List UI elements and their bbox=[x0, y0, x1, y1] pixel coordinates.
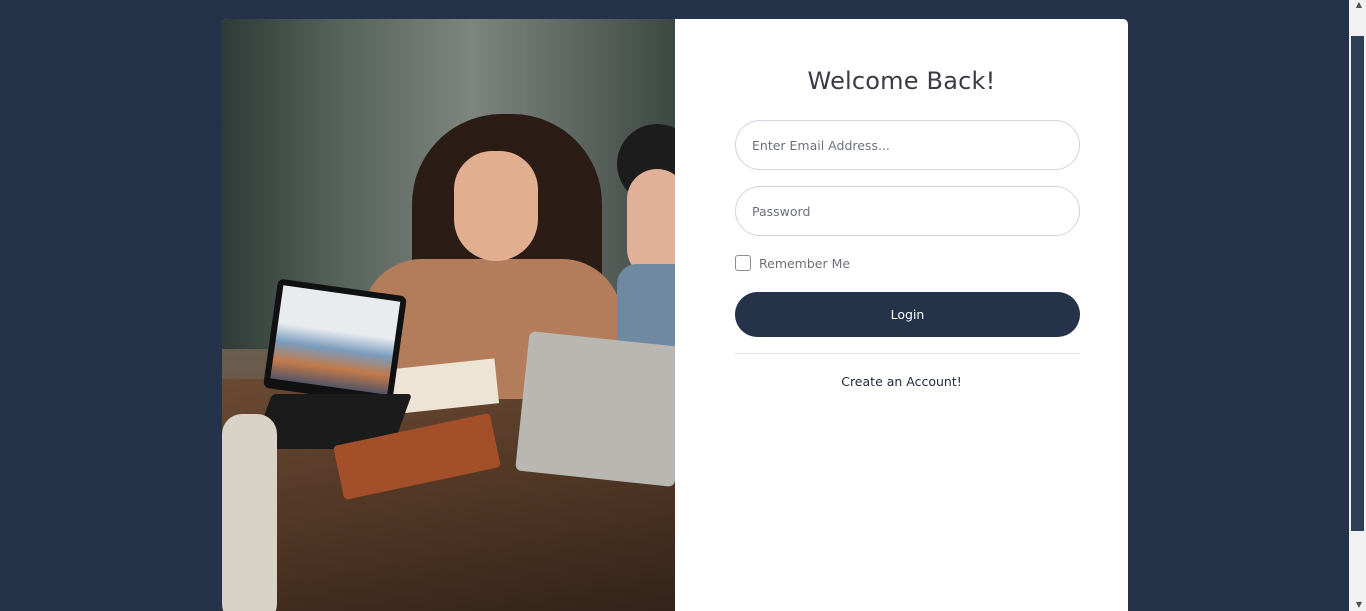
scroll-down-icon[interactable]: ▼ bbox=[1356, 600, 1362, 609]
hero-image bbox=[222, 19, 675, 611]
photo-laptop2 bbox=[515, 331, 675, 487]
scroll-thumb[interactable] bbox=[1351, 36, 1364, 531]
login-card: Welcome Back! Remember Me Login Create a… bbox=[222, 19, 1128, 611]
remember-me-label: Remember Me bbox=[759, 255, 851, 271]
remember-me-checkbox[interactable] bbox=[735, 255, 751, 271]
photo-person2-face bbox=[627, 169, 675, 279]
divider bbox=[735, 353, 1080, 354]
login-button[interactable]: Login bbox=[735, 292, 1080, 337]
create-account-link[interactable]: Create an Account! bbox=[675, 374, 1128, 389]
photo-laptop-screen bbox=[262, 278, 408, 406]
password-field[interactable] bbox=[735, 186, 1080, 236]
scroll-up-icon[interactable]: ▲ bbox=[1356, 0, 1362, 9]
photo-person-face bbox=[454, 151, 538, 261]
page-title: Welcome Back! bbox=[807, 67, 996, 95]
page-scrollbar[interactable]: ▲ ▼ bbox=[1349, 0, 1366, 611]
login-form: Welcome Back! Remember Me Login Create a… bbox=[675, 19, 1128, 611]
email-field[interactable] bbox=[735, 120, 1080, 170]
remember-me[interactable]: Remember Me bbox=[735, 255, 850, 271]
photo-arm bbox=[222, 414, 277, 611]
